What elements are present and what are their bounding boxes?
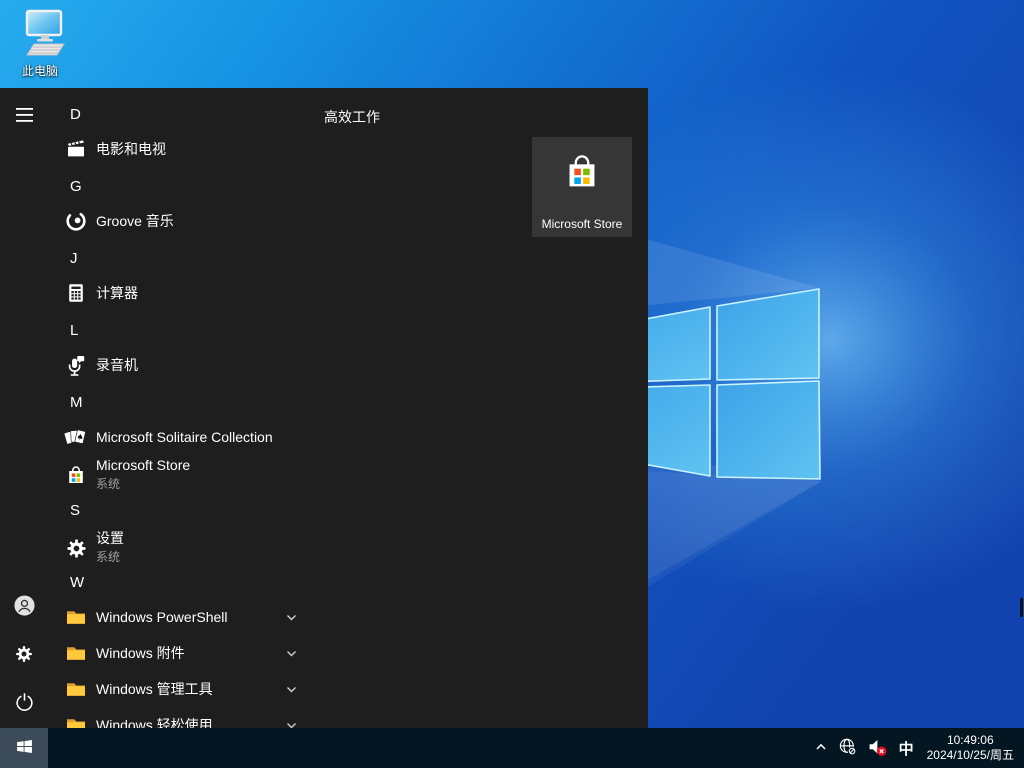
tile-microsoft-store[interactable]: Microsoft Store — [532, 137, 632, 237]
this-pc-icon — [14, 8, 66, 61]
app-list-item-calculator[interactable]: 计算器 — [0, 275, 330, 311]
ime-indicator[interactable]: 中 — [892, 728, 921, 768]
app-list-item-label: 录音机 — [96, 347, 138, 383]
folder-icon — [64, 605, 88, 629]
app-list-item-label: 计算器 — [96, 275, 138, 311]
calculator-icon — [64, 281, 88, 305]
tray-time: 10:49:06 — [947, 733, 994, 748]
app-list-item-movies-tv[interactable]: 电影和电视 — [0, 131, 330, 167]
settings-gear-icon — [64, 536, 88, 560]
app-list-item-label: Windows 轻松使用 — [96, 707, 213, 728]
app-list-section-letter-w[interactable]: W — [70, 570, 84, 596]
app-list-item-label: Windows 管理工具 — [96, 671, 213, 707]
microsoft-store-icon — [64, 463, 88, 487]
solitaire-icon: ♠ — [64, 425, 88, 449]
app-list-section-letter-j[interactable]: J — [70, 246, 78, 272]
hamburger-icon — [16, 108, 33, 125]
app-list-section-letter-s[interactable]: S — [70, 498, 80, 524]
app-list-item-label: Microsoft Solitaire Collection — [96, 419, 273, 455]
tray-date: 2024/10/25/周五 — [927, 748, 1014, 763]
app-list-folder-windows-accessories[interactable]: Windows 附件 — [0, 635, 330, 671]
app-list-item-label: 电影和电视 — [96, 131, 166, 167]
app-list-section-letter-m[interactable]: M — [70, 390, 83, 416]
app-list-item-label: 设置 — [96, 527, 124, 549]
app-list-folder-windows-powershell[interactable]: Windows PowerShell — [0, 599, 330, 635]
volume-muted-icon — [867, 737, 887, 760]
app-list-section-letter-d[interactable]: D — [70, 102, 81, 128]
app-list-item-groove-music[interactable]: Groove 音乐 — [0, 203, 330, 239]
movies-tv-icon — [64, 137, 88, 161]
folder-icon — [64, 677, 88, 701]
app-list-section-letter-g[interactable]: G — [70, 174, 82, 200]
app-list-folder-windows-ease-of-access[interactable]: Windows 轻松使用 — [0, 707, 330, 728]
globe-no-internet-icon — [838, 737, 857, 759]
app-list-item-settings[interactable]: 设置 系统 — [0, 526, 330, 570]
network-status-button[interactable] — [833, 728, 862, 768]
microsoft-store-icon — [559, 149, 605, 200]
app-list-section-letter-l[interactable]: L — [70, 318, 78, 344]
taskbar-clock[interactable]: 10:49:06 2024/10/25/周五 — [921, 728, 1024, 768]
show-hidden-icons-button[interactable] — [809, 728, 833, 768]
desktop-icon-label: 此电脑 — [22, 62, 58, 79]
app-list-item-sublabel: 系统 — [96, 476, 190, 492]
voice-recorder-icon — [64, 353, 88, 377]
desktop-icon-this-pc[interactable]: 此电脑 — [6, 8, 74, 79]
chevron-up-icon — [814, 740, 828, 757]
taskbar: 中 10:49:06 2024/10/25/周五 — [0, 728, 1024, 768]
folder-icon — [64, 641, 88, 665]
app-list-item-microsoft-store[interactable]: Microsoft Store 系统 — [0, 453, 330, 497]
tile-label: Microsoft Store — [532, 217, 632, 231]
app-list-folder-windows-admin-tools[interactable]: Windows 管理工具 — [0, 671, 330, 707]
app-list-item-label: Windows 附件 — [96, 635, 185, 671]
windows-logo-icon — [16, 738, 33, 758]
chevron-down-icon[interactable] — [285, 611, 298, 629]
app-list-item-voice-recorder[interactable]: 录音机 — [0, 347, 330, 383]
text-cursor — [1020, 598, 1023, 617]
app-list-item-label: Windows PowerShell — [96, 599, 228, 635]
chevron-down-icon[interactable] — [285, 647, 298, 665]
groove-music-icon — [64, 209, 88, 233]
chevron-down-icon[interactable] — [285, 719, 298, 728]
tile-group-title[interactable]: 高效工作 — [324, 104, 380, 130]
app-list-item-sublabel: 系统 — [96, 549, 124, 565]
volume-button[interactable] — [862, 728, 892, 768]
chevron-down-icon[interactable] — [285, 683, 298, 701]
system-tray: 中 10:49:06 2024/10/25/周五 — [809, 728, 1024, 768]
start-button[interactable] — [0, 728, 48, 768]
start-menu: D 电影和电视 G Groove 音乐 J — [0, 88, 648, 728]
app-list-item-label: Groove 音乐 — [96, 203, 174, 239]
app-list-item-solitaire[interactable]: ♠ Microsoft Solitaire Collection — [0, 419, 330, 455]
folder-icon — [64, 713, 88, 728]
app-list-item-label: Microsoft Store — [96, 454, 190, 476]
